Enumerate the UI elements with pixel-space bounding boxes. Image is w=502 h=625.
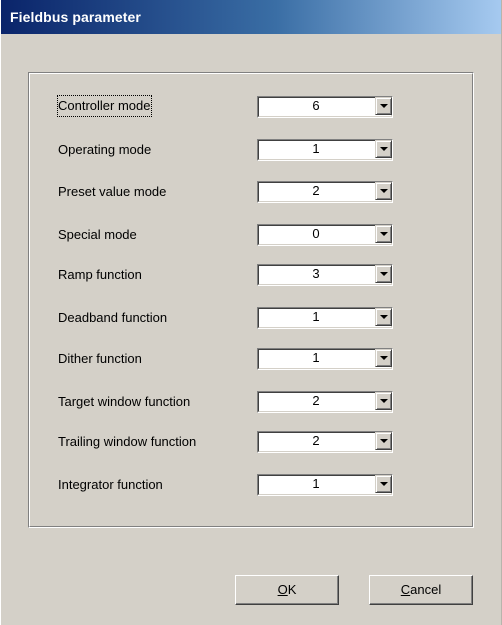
title-bar[interactable]: Fieldbus parameter <box>1 0 501 34</box>
chevron-down-icon <box>380 315 388 319</box>
deadband-function-value: 1 <box>312 309 320 324</box>
chevron-down-icon <box>380 439 388 443</box>
chevron-down-icon <box>380 356 388 360</box>
integrator-function-dropdown[interactable]: 1 <box>257 474 393 496</box>
chevron-down-icon <box>380 147 388 151</box>
special-mode-value: 0 <box>312 226 320 241</box>
preset-value-mode-dropdown[interactable]: 2 <box>257 181 393 203</box>
chevron-down-icon <box>380 189 388 193</box>
controller-mode-label: Controller mode <box>57 95 152 117</box>
operating-mode-label: Operating mode <box>58 142 152 157</box>
ramp-function-dropdown[interactable]: 3 <box>257 264 393 286</box>
preset-value-mode-label: Preset value mode <box>58 184 167 199</box>
dither-function-label: Dither function <box>58 351 142 366</box>
integrator-function-label: Integrator function <box>58 477 163 492</box>
trailing-window-function-dropdown[interactable]: 2 <box>257 431 393 453</box>
preset-value-mode-value: 2 <box>312 183 320 198</box>
chevron-down-icon <box>380 232 388 236</box>
ramp-function-value: 3 <box>312 266 320 281</box>
target-window-function-label: Target window function <box>58 394 191 409</box>
integrator-function-dropdown-button[interactable] <box>375 475 392 493</box>
preset-value-mode-dropdown-button[interactable] <box>375 182 392 200</box>
ok-mnemonic: O <box>277 582 288 597</box>
controller-mode-dropdown-button[interactable] <box>375 97 392 115</box>
chevron-down-icon <box>380 104 388 108</box>
ok-label-rest: K <box>287 582 297 597</box>
chevron-down-icon <box>380 399 388 403</box>
dither-function-dropdown-button[interactable] <box>375 349 392 367</box>
special-mode-label: Special mode <box>58 227 137 242</box>
dither-function-value: 1 <box>312 350 320 365</box>
operating-mode-value: 1 <box>312 141 320 156</box>
deadband-function-dropdown-button[interactable] <box>375 308 392 326</box>
chevron-down-icon <box>380 482 388 486</box>
target-window-function-value: 2 <box>312 393 320 408</box>
fieldbus-parameter-dialog: Fieldbus parameter Controller mode 6 Ope… <box>0 0 502 625</box>
controller-mode-dropdown[interactable]: 6 <box>257 96 393 118</box>
operating-mode-dropdown-button[interactable] <box>375 140 392 158</box>
operating-mode-dropdown[interactable]: 1 <box>257 139 393 161</box>
ramp-function-dropdown-button[interactable] <box>375 265 392 283</box>
deadband-function-label: Deadband function <box>58 310 168 325</box>
target-window-function-dropdown[interactable]: 2 <box>257 391 393 413</box>
window-title: Fieldbus parameter <box>10 9 141 25</box>
special-mode-dropdown[interactable]: 0 <box>257 224 393 246</box>
dither-function-dropdown[interactable]: 1 <box>257 348 393 370</box>
ok-button[interactable]: OK <box>235 575 339 605</box>
cancel-label-rest: ancel <box>410 582 442 597</box>
special-mode-dropdown-button[interactable] <box>375 225 392 243</box>
target-window-function-dropdown-button[interactable] <box>375 392 392 410</box>
trailing-window-function-dropdown-button[interactable] <box>375 432 392 450</box>
trailing-window-function-value: 2 <box>312 433 320 448</box>
integrator-function-value: 1 <box>312 476 320 491</box>
ramp-function-label: Ramp function <box>58 267 142 282</box>
controller-mode-value: 6 <box>312 98 320 113</box>
deadband-function-dropdown[interactable]: 1 <box>257 307 393 329</box>
cancel-mnemonic: C <box>400 582 411 597</box>
trailing-window-function-label: Trailing window function <box>58 434 197 449</box>
cancel-button[interactable]: Cancel <box>369 575 473 605</box>
chevron-down-icon <box>380 272 388 276</box>
